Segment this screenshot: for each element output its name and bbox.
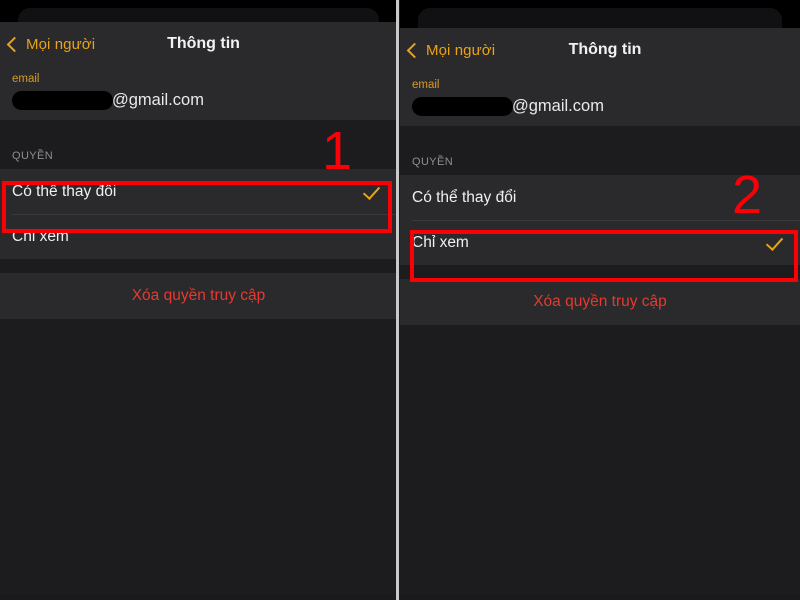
section-spacer xyxy=(400,126,800,156)
back-button[interactable]: Mọi người xyxy=(0,36,95,53)
list-item-label: Có thể thay đổi xyxy=(412,188,517,206)
check-icon xyxy=(766,233,786,253)
empty-area xyxy=(400,325,800,594)
chevron-left-icon xyxy=(6,36,23,52)
panel-divider xyxy=(396,0,399,600)
back-button[interactable]: Mọi người xyxy=(400,42,495,59)
list-item-label: Có thể thay đổi xyxy=(12,182,117,200)
section-spacer xyxy=(0,259,397,273)
remove-access-button[interactable]: Xóa quyền truy cập xyxy=(0,273,397,319)
check-icon xyxy=(363,182,383,202)
remove-access-label: Xóa quyền truy cập xyxy=(131,287,266,304)
email-domain-text: @gmail.com xyxy=(112,90,204,109)
remove-access-button[interactable]: Xóa quyền truy cập xyxy=(400,279,800,325)
email-field-block: email @gmail.com xyxy=(0,66,397,120)
list-item-can-edit[interactable]: Có thể thay đổi xyxy=(0,169,397,214)
section-spacer xyxy=(0,120,397,150)
panel-step-1: Mọi người Thông tin email @gmail.com QUY… xyxy=(0,0,397,600)
device-bezel-top xyxy=(400,0,800,38)
back-button-label: Mọi người xyxy=(426,41,496,59)
redaction-bar xyxy=(12,90,113,110)
back-button-label: Mọi người xyxy=(26,35,96,53)
list-item-view-only[interactable]: Chỉ xem xyxy=(0,214,397,259)
remove-access-label: Xóa quyền truy cập xyxy=(533,293,667,310)
email-value-row: @gmail.com xyxy=(412,96,800,116)
panel-step-2: Mọi người Thông tin email @gmail.com QUY… xyxy=(400,0,800,600)
list-item-label: Chỉ xem xyxy=(412,233,469,251)
email-domain-text: @gmail.com xyxy=(512,96,604,115)
list-item-label: Chỉ xem xyxy=(12,227,69,245)
redaction-bar xyxy=(412,96,513,116)
device-bezel-top xyxy=(0,0,397,38)
email-field-block: email @gmail.com xyxy=(400,72,800,126)
email-field-label: email xyxy=(412,79,440,91)
nav-bar: Mọi người Thông tin xyxy=(400,28,800,72)
email-value-row: @gmail.com xyxy=(12,90,397,110)
email-field-label: email xyxy=(12,73,40,85)
nav-bar: Mọi người Thông tin xyxy=(0,22,397,66)
section-header-permissions: QUYỀN xyxy=(400,156,800,175)
permission-list: Có thể thay đổi Chỉ xem xyxy=(0,169,397,259)
section-header-permissions: QUYỀN xyxy=(0,150,397,169)
permission-list: Có thể thay đổi Chỉ xem xyxy=(400,175,800,265)
list-item-view-only[interactable]: Chỉ xem xyxy=(400,220,800,265)
chevron-left-icon xyxy=(406,42,423,58)
two-panel-tutorial-screenshot: Mọi người Thông tin email @gmail.com QUY… xyxy=(0,0,800,600)
list-item-can-edit[interactable]: Có thể thay đổi xyxy=(400,175,800,220)
empty-area xyxy=(0,319,397,594)
section-spacer xyxy=(400,265,800,279)
